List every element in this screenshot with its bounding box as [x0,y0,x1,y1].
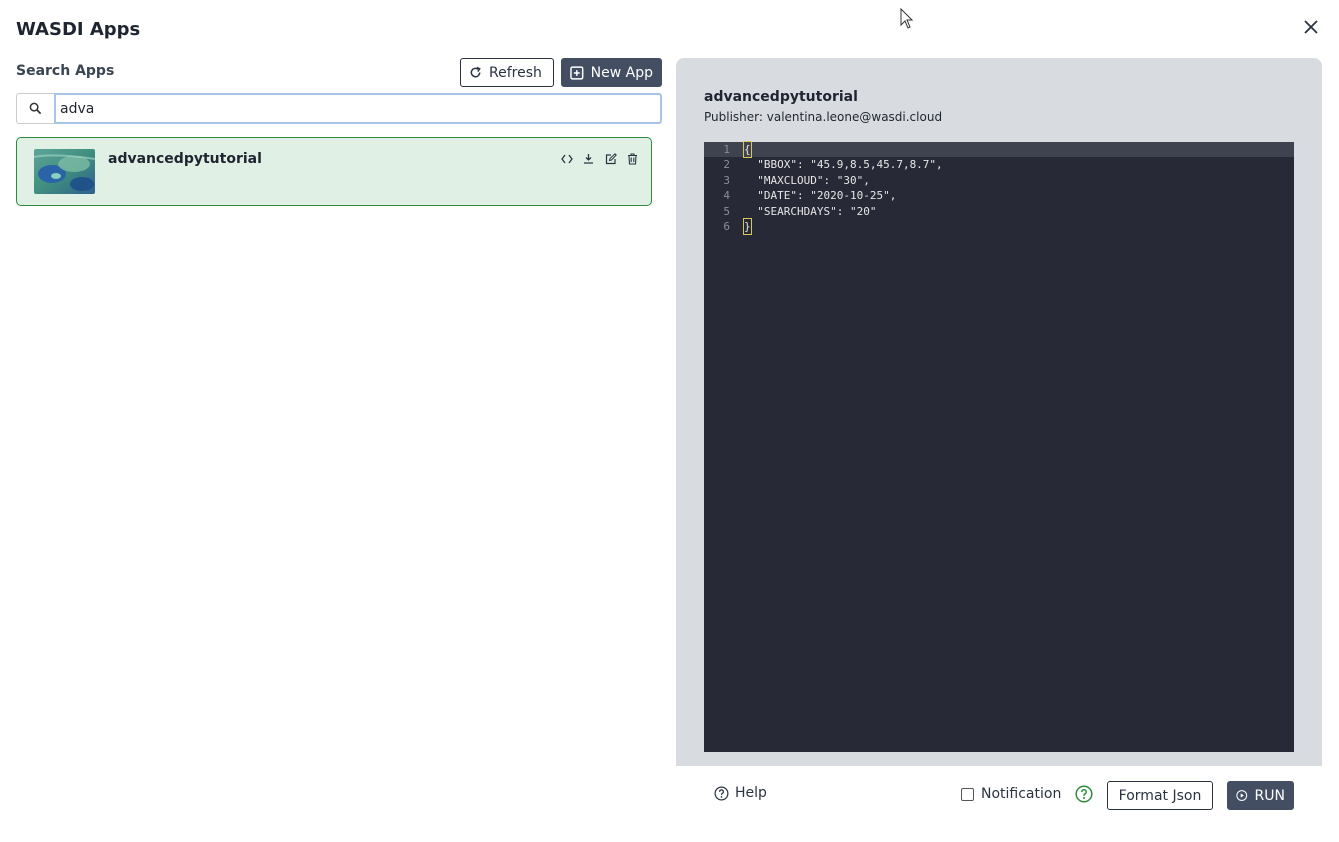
line-code: } [743,217,752,236]
new-app-label: New App [590,64,653,81]
notification-checkbox[interactable] [961,787,974,801]
editor-line: 5 "SEARCHDAYS": "20" [704,204,1294,219]
editor-line: 1 { [704,140,1294,159]
line-number: 2 [723,158,730,172]
app-name: advancedpytutorial [108,151,262,167]
refresh-label: Refresh [489,64,542,81]
download-icon[interactable] [582,152,595,165]
line-number: 4 [723,189,730,203]
detail-publisher: Publisher: valentina.leone@wasdi.cloud [704,110,943,124]
format-json-button[interactable]: Format Json [1107,781,1213,810]
app-detail-panel: advancedpytutorial Publisher: valentina.… [676,58,1322,766]
app-card[interactable]: advancedpytutorial [16,137,652,206]
line-number: 6 [723,219,730,233]
mouse-cursor-icon [900,8,914,29]
notification-help-icon[interactable] [1075,785,1093,803]
refresh-icon [470,66,481,78]
run-button[interactable]: RUN [1227,781,1294,810]
line-code: "DATE": "2020-10-25", [744,189,897,203]
close-icon [1304,20,1318,34]
notification-option: Notification [961,785,1093,803]
line-number: 5 [723,204,730,218]
json-editor[interactable]: 1 { 2 "BBOX": "45.9,8.5,45.7,8.7", 3 "MA… [704,140,1294,752]
format-json-label: Format Json [1118,787,1202,804]
edit-icon[interactable] [604,152,617,165]
run-label: RUN [1254,787,1285,804]
code-icon[interactable] [560,152,573,165]
search-apps-label: Search Apps [16,63,115,79]
notification-label: Notification [981,786,1062,802]
help-button[interactable]: Help [714,785,767,801]
new-app-button[interactable]: New App [561,58,662,87]
search-input[interactable] [54,93,662,124]
dialog-title: WASDI Apps [16,19,141,40]
editor-line: 4 "DATE": "2020-10-25", [704,188,1294,203]
editor-line: 2 "BBOX": "45.9,8.5,45.7,8.7", [704,157,1294,172]
line-number: 3 [723,173,730,187]
search-icon [29,102,42,115]
editor-line: 3 "MAXCLOUD": "30", [704,173,1294,188]
refresh-button[interactable]: Refresh [460,58,554,87]
editor-line: 6 } [704,217,1294,236]
search-box [16,93,662,124]
line-code: { [743,140,752,159]
line-code: "SEARCHDAYS": "20" [744,204,877,218]
line-number: 1 [723,143,730,156]
detail-app-name: advancedpytutorial [704,89,858,105]
app-actions [560,152,639,165]
play-circle-icon [1236,790,1248,801]
trash-icon[interactable] [626,152,639,165]
plus-square-icon [570,65,584,80]
help-circle-icon [714,786,729,800]
line-code: "BBOX": "45.9,8.5,45.7,8.7", [744,158,943,172]
app-thumbnail [34,149,95,194]
search-icon-wrap [16,93,54,124]
line-code: "MAXCLOUD": "30", [744,173,870,187]
close-button[interactable] [1299,15,1323,39]
help-label: Help [735,785,767,801]
